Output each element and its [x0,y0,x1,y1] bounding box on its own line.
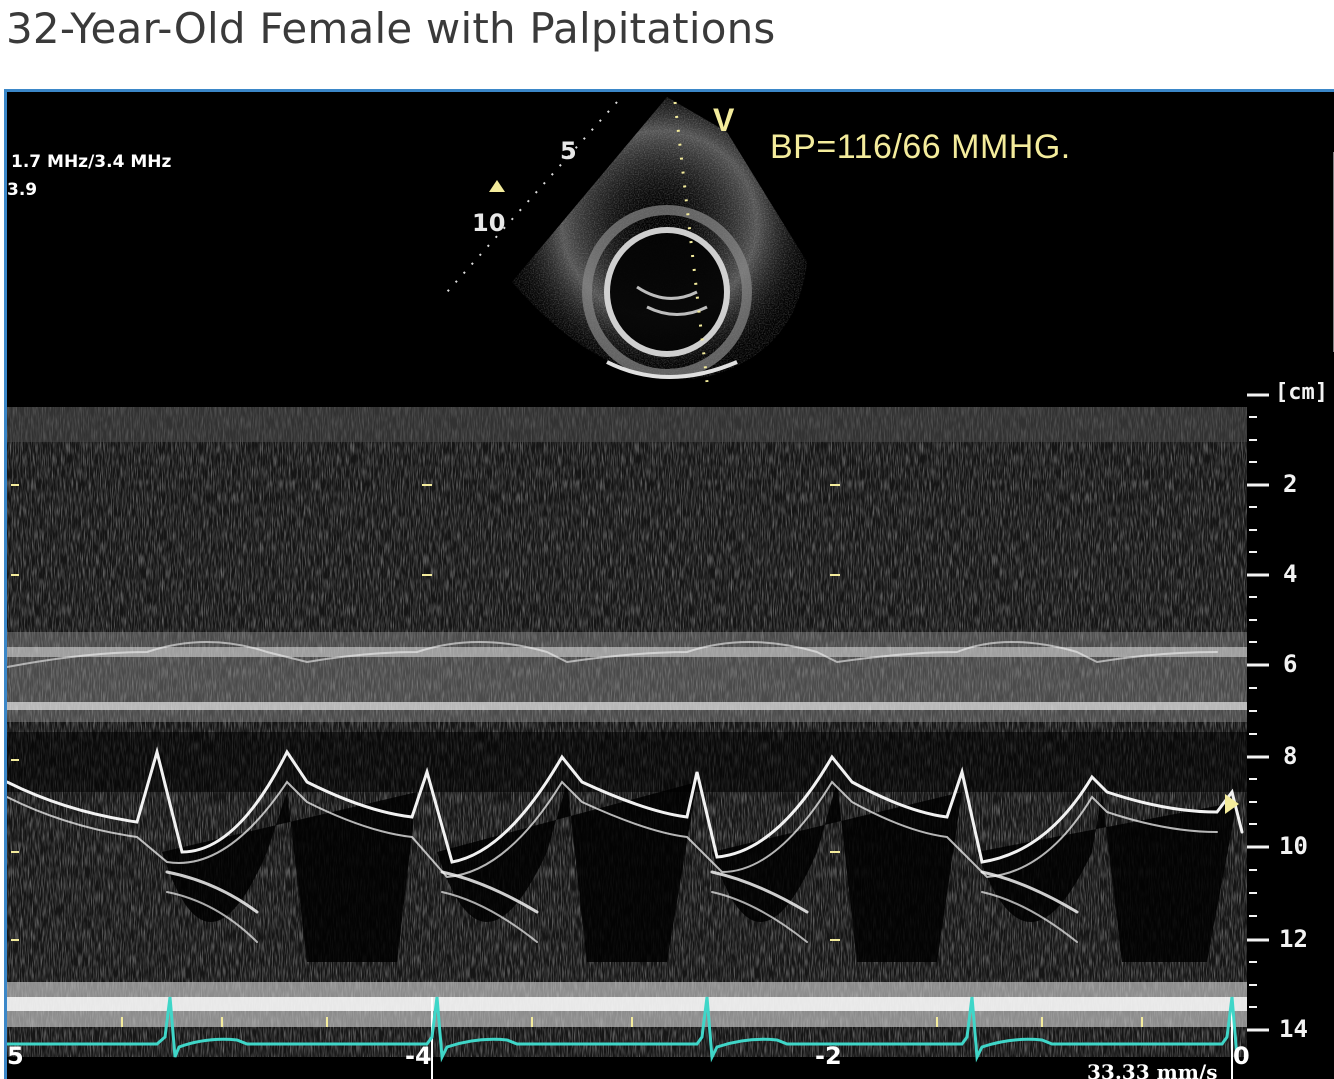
depth-label-2: 2 [1283,470,1298,498]
sector-depth-5: 5 [560,137,577,165]
time-label-0: 0 [1233,1042,1250,1070]
depth-label-4: 4 [1283,560,1298,588]
depth-label-6: 6 [1283,650,1298,678]
sweep-speed-label: 33.33 mm/s [1087,1060,1218,1079]
page-title: 32-Year-Old Female with Palpitations [6,4,776,53]
time-label-minus-2: -2 [815,1042,842,1070]
depth-label-8: 8 [1283,742,1298,770]
frequency-readout: 1.7 MHz/3.4 MHz [11,152,172,172]
v-marker: V [713,102,735,138]
sector-depth-10: 10 [472,209,506,237]
depth-label-14: 14 [1279,1015,1308,1043]
blood-pressure-label: BP=116/66 MMHG. [770,128,1071,166]
depth-label-10: 10 [1279,832,1308,860]
depth-label-12: 12 [1279,925,1308,953]
echo-mmode-image: 1.7 MHz/3.4 MHz 3.9 V BP=116/66 MMHG. 5 … [4,89,1334,1079]
time-label-minus-4: -4 [405,1042,432,1070]
time-label-5: 5 [7,1042,24,1070]
gain-readout: 3.9 [7,180,38,200]
mmode-strip [7,407,1247,1079]
depth-unit-label: [cm] [1275,380,1328,405]
echo-canvas [7,97,1334,1079]
